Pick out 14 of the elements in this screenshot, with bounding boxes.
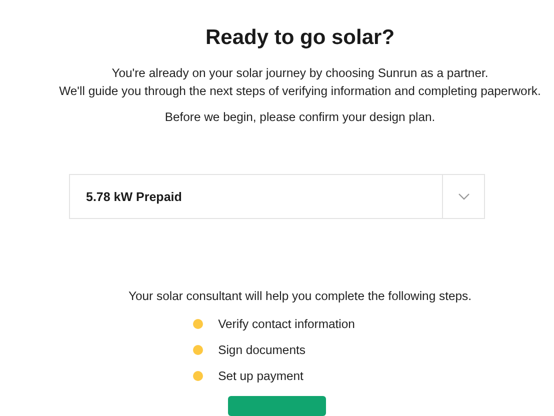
bullet-dot-icon bbox=[193, 371, 204, 381]
intro-text: We'll guide you through the next steps of verifying information and completing paperwork. bbox=[59, 83, 541, 100]
step-text: Sign documents bbox=[218, 342, 306, 359]
intro-text: You're already on your solar journey by choosing Sunrun as a partner. bbox=[112, 65, 488, 82]
step-text: Set up payment bbox=[218, 368, 304, 385]
bullet-dot-icon bbox=[193, 319, 204, 329]
page-title: Ready to go solar? bbox=[205, 25, 395, 51]
bullet-dot-icon bbox=[193, 345, 204, 355]
action-button[interactable] bbox=[228, 396, 326, 416]
prompt-text: Before we begin, please confirm your design plan. bbox=[164, 109, 436, 126]
step-text: Verify contact information bbox=[218, 316, 355, 333]
steps-intro-text: Your solar consultant will help you complete the following steps. bbox=[128, 288, 472, 305]
chevron-down-icon bbox=[458, 193, 470, 200]
design-plan-dropdown[interactable]: 5.78 kW Prepaid bbox=[69, 174, 485, 219]
